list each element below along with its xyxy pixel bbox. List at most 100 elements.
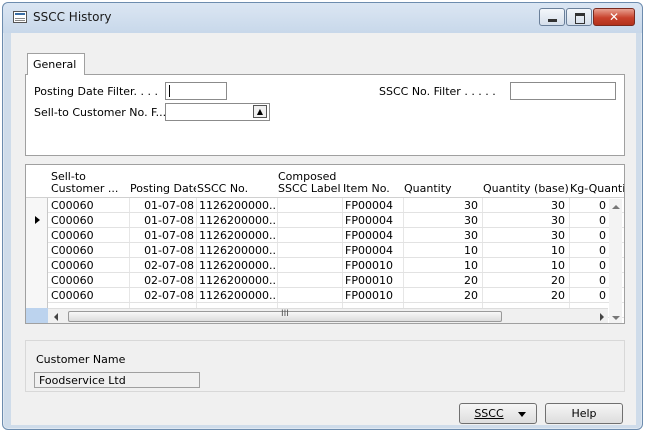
window-client: General Posting Date Filter. . . . Sell-… — [11, 33, 636, 425]
cell-sscc-no[interactable]: 1126200000... — [199, 289, 277, 302]
horizontal-scrollbar[interactable]: III — [48, 308, 608, 323]
col-item-no[interactable]: Item No. — [343, 183, 403, 195]
posting-date-filter-label: Posting Date Filter. . . . — [34, 85, 159, 98]
cell-sscc-no[interactable]: 1126200000... — [199, 199, 277, 212]
cell-quantity[interactable]: 20 — [406, 274, 478, 287]
cell-customer[interactable]: C00060 — [51, 214, 127, 227]
scroll-down-icon[interactable] — [612, 316, 620, 320]
table-row[interactable]: C00060 01-07-08 1126200000... FP00004 30 30 0 — [26, 228, 624, 243]
sscc-filter-label: SSCC No. Filter . . . . . — [379, 85, 496, 98]
cell-sscc-no[interactable]: 1126200000... — [199, 244, 277, 257]
cell-quantity[interactable]: 30 — [406, 214, 478, 227]
row-selector[interactable] — [26, 273, 48, 288]
cell-item-no[interactable]: FP00010 — [345, 289, 403, 302]
cell-kg-quantity[interactable]: 0 — [572, 274, 606, 287]
cell-customer[interactable]: C00060 — [51, 229, 127, 242]
row-selector[interactable] — [26, 258, 48, 273]
close-button[interactable]: ✕ — [593, 8, 635, 26]
col-quantity[interactable]: Quantity — [404, 183, 482, 195]
cell-posting-date[interactable]: 01-07-08 — [130, 199, 194, 212]
cell-item-no[interactable]: FP00010 — [345, 259, 403, 272]
table-row[interactable]: C00060 01-07-08 1126200000... FP00004 30 30 0 — [26, 213, 624, 228]
cell-item-no[interactable]: FP00010 — [345, 274, 403, 287]
scroll-thumb[interactable]: III — [68, 309, 502, 322]
col-posting-date[interactable]: Posting Date — [130, 183, 196, 195]
row-selector-current[interactable] — [26, 213, 48, 228]
cell-quantity-base[interactable]: 10 — [485, 259, 565, 272]
cell-sscc-no[interactable]: 1126200000... — [199, 229, 277, 242]
cell-quantity-base[interactable]: 30 — [485, 229, 565, 242]
table-row[interactable]: C00060 01-07-08 1126200000... FP00004 10 10 0 — [26, 243, 624, 258]
maximize-icon[interactable] — [566, 8, 592, 26]
col-sscc-no[interactable]: SSCC No. — [197, 183, 277, 195]
customer-name-label: Customer Name — [36, 353, 126, 366]
cell-quantity-base[interactable]: 30 — [485, 214, 565, 227]
table-window-icon — [13, 11, 27, 23]
table-row[interactable]: C00060 02-07-08 1126200000... FP00010 20 20 0 — [26, 273, 624, 288]
table-row[interactable]: C00060 02-07-08 1126200000... FP00010 20 20 0 — [26, 288, 624, 303]
cell-kg-quantity[interactable]: 0 — [572, 199, 606, 212]
cell-customer[interactable]: C00060 — [51, 244, 127, 257]
vertical-scrollbar[interactable] — [609, 199, 622, 323]
cell-item-no[interactable]: FP00004 — [345, 244, 403, 257]
cell-quantity[interactable]: 30 — [406, 229, 478, 242]
row-selector[interactable] — [26, 198, 48, 213]
cell-posting-date[interactable]: 02-07-08 — [130, 289, 194, 302]
chevron-down-icon — [518, 412, 526, 417]
table-row[interactable]: C00060 01-07-08 1126200000... FP00004 30 30 0 — [26, 198, 624, 213]
sscc-history-window: SSCC History ✕ General Posting Date Filt… — [2, 2, 643, 430]
tab-general[interactable]: General — [27, 53, 85, 75]
cell-item-no[interactable]: FP00004 — [345, 229, 403, 242]
row-selector[interactable] — [26, 243, 48, 258]
minimize-icon[interactable] — [539, 8, 565, 26]
cell-customer[interactable]: C00060 — [51, 289, 127, 302]
col-customer[interactable]: Sell-to Customer ... — [51, 171, 129, 195]
cell-kg-quantity[interactable]: 0 — [572, 259, 606, 272]
window-title: SSCC History — [33, 10, 112, 24]
posting-date-filter-input[interactable] — [165, 82, 227, 100]
cell-kg-quantity[interactable]: 0 — [572, 214, 606, 227]
title-bar[interactable]: SSCC History ✕ — [3, 3, 642, 33]
customer-filter-input[interactable]: ▲ — [165, 103, 270, 121]
sscc-menu-button[interactable]: SSCC — [459, 403, 537, 424]
cell-kg-quantity[interactable]: 0 — [572, 229, 606, 242]
cell-posting-date[interactable]: 02-07-08 — [130, 274, 194, 287]
cell-posting-date[interactable]: 02-07-08 — [130, 259, 194, 272]
scroll-grip-icon: III — [281, 309, 289, 319]
cell-quantity-base[interactable]: 20 — [485, 289, 565, 302]
scroll-left-icon[interactable] — [54, 313, 58, 321]
col-quantity-base[interactable]: Quantity (base) — [483, 183, 569, 195]
row-selector[interactable] — [26, 228, 48, 243]
cell-sscc-no[interactable]: 1126200000... — [199, 214, 277, 227]
help-button[interactable]: Help — [545, 403, 623, 424]
cell-quantity-base[interactable]: 10 — [485, 244, 565, 257]
cell-sscc-no[interactable]: 1126200000... — [199, 259, 277, 272]
cell-customer[interactable]: C00060 — [51, 259, 127, 272]
cell-item-no[interactable]: FP00004 — [345, 199, 403, 212]
cell-quantity-base[interactable]: 20 — [485, 274, 565, 287]
cell-quantity[interactable]: 30 — [406, 199, 478, 212]
cell-quantity[interactable]: 10 — [406, 244, 478, 257]
cell-kg-quantity[interactable]: 0 — [572, 289, 606, 302]
cell-customer[interactable]: C00060 — [51, 274, 127, 287]
cell-posting-date[interactable]: 01-07-08 — [130, 214, 194, 227]
cell-customer[interactable]: C00060 — [51, 199, 127, 212]
cell-quantity[interactable]: 10 — [406, 259, 478, 272]
cell-item-no[interactable]: FP00004 — [345, 214, 403, 227]
sscc-filter-input[interactable] — [510, 82, 616, 100]
text-caret — [169, 85, 170, 97]
col-composed-sscc-label[interactable]: Composed SSCC Label — [278, 171, 342, 195]
table-row[interactable]: C00060 02-07-08 1126200000... FP00010 10 10 0 — [26, 258, 624, 273]
cell-sscc-no[interactable]: 1126200000... — [199, 274, 277, 287]
row-selector[interactable] — [26, 288, 48, 303]
lookup-arrow-icon[interactable]: ▲ — [253, 105, 267, 118]
cell-posting-date[interactable]: 01-07-08 — [130, 244, 194, 257]
scroll-up-icon[interactable] — [612, 205, 620, 209]
scroll-right-icon[interactable] — [600, 313, 604, 321]
cell-quantity[interactable]: 20 — [406, 289, 478, 302]
col-kg-quantity[interactable]: Kg-Quantity — [570, 183, 624, 195]
customer-name-value: Foodservice Ltd — [34, 372, 200, 388]
cell-quantity-base[interactable]: 30 — [485, 199, 565, 212]
cell-posting-date[interactable]: 01-07-08 — [130, 229, 194, 242]
cell-kg-quantity[interactable]: 0 — [572, 244, 606, 257]
